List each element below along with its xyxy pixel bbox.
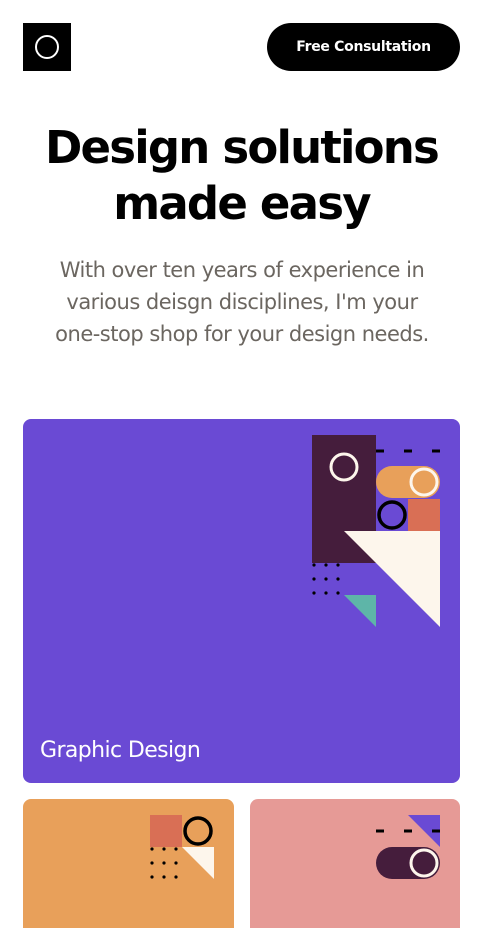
service-card-orange[interactable] xyxy=(23,799,234,928)
coral-square-shape xyxy=(150,815,182,847)
coral-square-shape xyxy=(408,499,440,531)
hero-title-line-2: made easy xyxy=(113,177,371,230)
service-card-pink[interactable] xyxy=(250,799,460,928)
service-card-graphic-design[interactable]: Graphic Design xyxy=(23,419,460,783)
hero-title-line-1: Design solutions xyxy=(44,121,440,174)
pink-card-illustration xyxy=(376,815,440,879)
cream-triangle-shape xyxy=(182,847,214,879)
service-card-label: Graphic Design xyxy=(40,738,201,763)
hero-description: With over ten years of experience in var… xyxy=(55,258,429,346)
ring-icon xyxy=(183,816,213,846)
site-header: Free Consultation xyxy=(23,23,460,71)
dot-grid-shape xyxy=(150,847,178,879)
teal-triangle-shape xyxy=(344,595,376,627)
orange-card-illustration xyxy=(150,815,214,879)
free-consultation-button[interactable]: Free Consultation xyxy=(267,23,460,71)
ring-icon xyxy=(377,500,407,530)
graphic-design-illustration xyxy=(312,435,440,627)
hero-title: Design solutions made easy xyxy=(0,120,483,232)
logo[interactable] xyxy=(23,23,71,71)
dot-grid-shape xyxy=(312,563,340,595)
ring-logo-icon xyxy=(35,35,59,59)
